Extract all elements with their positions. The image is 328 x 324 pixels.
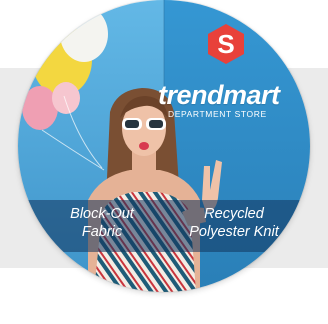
- caption-block-out-fabric: Block-Out Fabric: [70, 206, 134, 240]
- trendmart-logo-icon: S: [208, 24, 244, 64]
- caption-recycled-polyester-knit: Recycled Polyester Knit: [189, 206, 279, 240]
- svg-text:S: S: [217, 29, 234, 59]
- product-image-circle[interactable]: S trendmart DEPARTMENT STORE Block-Out F…: [18, 0, 310, 292]
- store-tagline: DEPARTMENT STORE: [168, 109, 267, 119]
- store-brand-name: trendmart: [158, 80, 280, 110]
- store-photo: [18, 0, 310, 292]
